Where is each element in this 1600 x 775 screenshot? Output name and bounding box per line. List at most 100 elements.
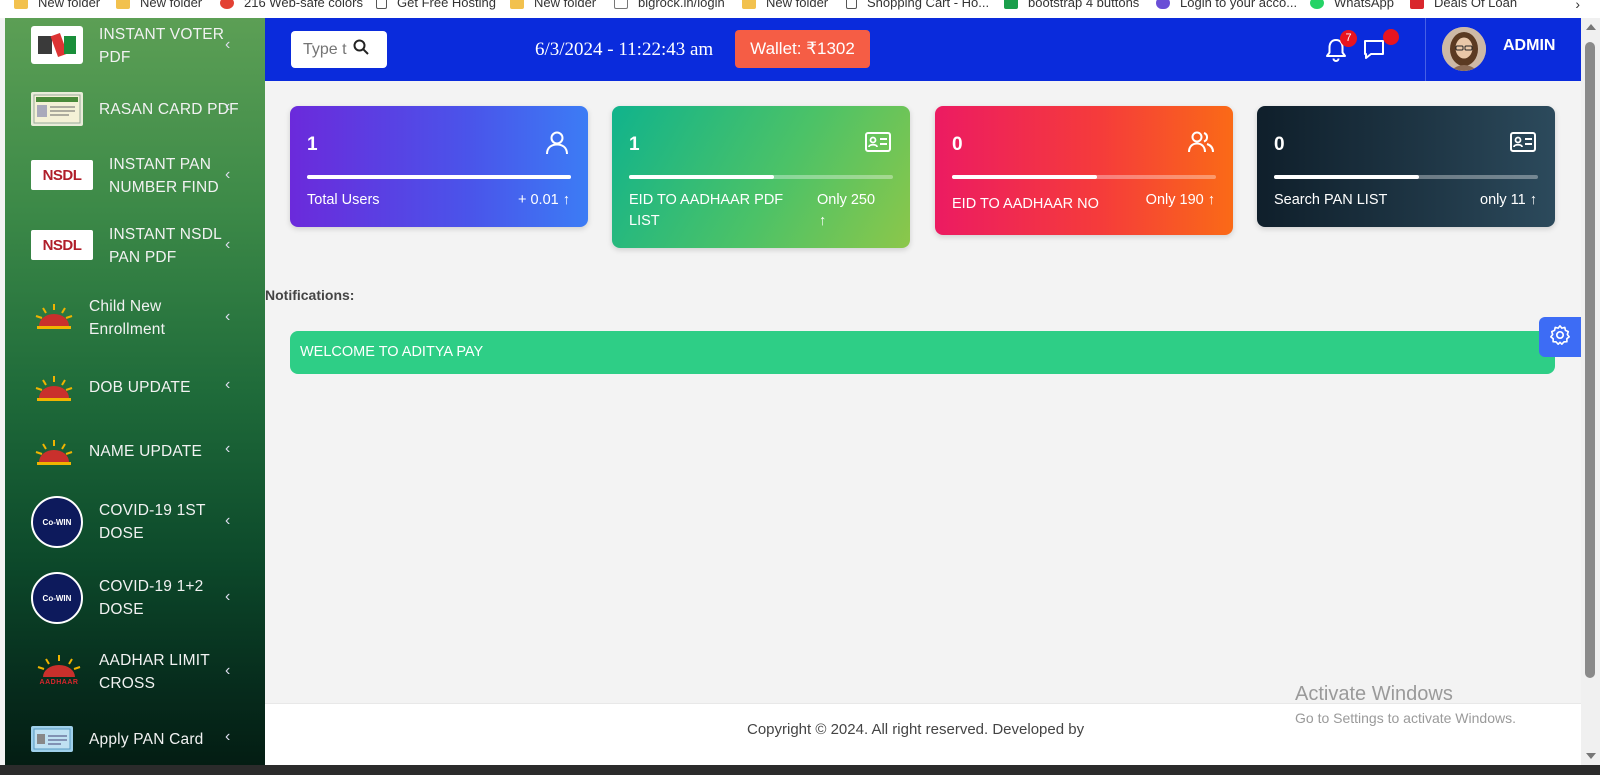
sidebar-item-instant-pan-number-find[interactable]: NSDL INSTANT PAN NUMBER FIND ‹ [5, 150, 265, 206]
nsdl-logo-icon: NSDL [31, 160, 93, 190]
page-icon [376, 0, 387, 9]
card-stat: only 11 ↑ [1480, 192, 1537, 208]
sidebar-item-instant-voter-pdf[interactable]: INSTANT VOTER PDF ‹ [5, 18, 265, 74]
stat-card-search-pan-list[interactable]: 0 Search PAN LIST only 11 ↑ [1257, 106, 1555, 227]
chevron-left-icon: ‹ [225, 728, 231, 745]
progress-track [629, 175, 893, 179]
arrow-up-icon: ↑ [1529, 192, 1537, 208]
chevron-left-icon: ‹ [225, 98, 231, 115]
bookmark[interactable]: Get Free Hosting [376, 0, 496, 12]
sidebar-item-label: RASAN CARD PDF [99, 101, 239, 118]
bookmark[interactable]: bootstrap 4 buttons [1004, 0, 1139, 12]
bookmark[interactable]: Login to your acco... [1156, 0, 1297, 12]
folder-icon [116, 0, 130, 9]
users-icon [1187, 130, 1215, 159]
bookmark[interactable]: Shopping Cart - Ho... [846, 0, 989, 12]
bookmark[interactable]: WhatsApp [1310, 0, 1394, 12]
card-stat: Only 250 ↑ [817, 192, 876, 229]
scroll-thumb[interactable] [1585, 42, 1595, 678]
chevron-right-icon[interactable]: › [1575, 0, 1580, 12]
sidebar-item-rasan-card-pdf[interactable]: RASAN CARD PDF ‹ [5, 90, 265, 130]
card-label: Search PAN LIST [1274, 192, 1388, 208]
arrow-up-icon: ↑ [1207, 192, 1215, 208]
stat-card-eid-aadhaar-no[interactable]: 0 EID TO AADHAAR NO Only 190 ↑ [935, 106, 1233, 235]
sidebar-item-name-update[interactable]: NAME UPDATE ‹ [5, 430, 265, 474]
ration-card-icon [31, 92, 83, 126]
id-card-icon [864, 130, 892, 159]
sidebar-item-label: INSTANT PAN NUMBER FIND [109, 156, 219, 196]
copyright-text: Copyright © 2024. All right reserved. De… [747, 721, 1085, 738]
header-divider [1425, 18, 1426, 81]
sidebar-item-covid-first-dose[interactable]: Co-WIN COVID-19 1ST DOSE ‹ [5, 494, 265, 550]
search-icon[interactable] [353, 39, 369, 60]
bookmark[interactable]: New folder [510, 0, 596, 12]
settings-button[interactable] [1539, 317, 1581, 357]
chat-alert-dot [1383, 29, 1399, 45]
chevron-left-icon: ‹ [225, 512, 231, 529]
card-label: EID TO AADHAAR PDF LIST [629, 192, 784, 229]
card-number: 0 [952, 134, 963, 155]
chevron-left-icon: ‹ [225, 376, 231, 393]
sidebar-item-label: INSTANT VOTER PDF [99, 26, 225, 66]
nsdl-logo-icon: NSDL [31, 230, 93, 260]
progress-fill [307, 175, 571, 179]
arrow-up-icon: ↑ [562, 192, 570, 208]
progress-fill [1274, 175, 1420, 179]
sidebar-item-covid-both-dose[interactable]: Co-WIN COVID-19 1+2 DOSE ‹ [5, 570, 265, 626]
avatar[interactable] [1442, 27, 1486, 71]
progress-fill [952, 175, 1098, 179]
sidebar: INSTANT VOTER PDF ‹ RASAN CARD PDF ‹ NSDL… [5, 18, 265, 765]
arrow-up-icon: ↑ [819, 213, 827, 229]
vertical-scrollbar[interactable] [1581, 18, 1600, 765]
pan-card-icon [31, 726, 73, 752]
sidebar-item-aadhar-limit-cross[interactable]: AADHAAR AADHAR LIMIT CROSS ‹ [5, 644, 265, 700]
stat-card-total-users[interactable]: 1 Total Users + 0.01 ↑ [290, 106, 588, 227]
progress-track [1274, 175, 1538, 179]
aadhaar-sun-icon [33, 300, 75, 332]
bookmark[interactable]: Deals Of Loan [1410, 0, 1517, 12]
card-label: EID TO AADHAAR NO [952, 196, 1099, 212]
cowin-icon: Co-WIN [31, 572, 83, 624]
sidebar-item-label: INSTANT NSDL PAN PDF [109, 226, 222, 266]
gear-icon [1549, 324, 1571, 351]
wallet-button[interactable]: Wallet: ₹1302 [735, 30, 870, 68]
bookmark[interactable]: New folder [742, 0, 828, 12]
sidebar-item-child-new-enrollment[interactable]: Child New Enrollment ‹ [5, 290, 265, 346]
sidebar-item-label: Child New Enrollment [89, 298, 166, 338]
card-label: Total Users [307, 192, 380, 208]
bookmark[interactable]: New folder [14, 0, 100, 12]
infinity-icon [1156, 0, 1170, 9]
search-input[interactable] [303, 40, 347, 59]
aadhaar-logo-icon: AADHAAR [33, 650, 85, 688]
sidebar-item-label: NAME UPDATE [89, 443, 203, 460]
taskbar-strip [0, 765, 1600, 775]
notification-banner: WELCOME TO ADITYA PAY [290, 331, 1555, 374]
sidebar-item-instant-nsdl-pan-pdf[interactable]: NSDL INSTANT NSDL PAN PDF ‹ [5, 220, 265, 276]
bookmark[interactable]: bigrock.in/login [614, 0, 725, 12]
user-name[interactable]: ADMIN [1503, 37, 1555, 55]
sidebar-item-label: Apply PAN Card [89, 731, 204, 748]
page-icon [846, 0, 857, 9]
bookmark[interactable]: New folder [116, 0, 202, 12]
card-stat: + 0.01 ↑ [518, 192, 570, 208]
progress-track [952, 175, 1216, 179]
chat-icon[interactable] [1362, 37, 1386, 66]
stat-card-eid-aadhaar-pdf[interactable]: 1 EID TO AADHAAR PDF LIST Only 250 ↑ [612, 106, 910, 248]
scroll-up-arrow-icon[interactable] [1586, 24, 1596, 30]
folder-icon [510, 0, 524, 9]
aadhaar-sun-icon [33, 436, 75, 468]
voter-icon [31, 26, 83, 64]
sidebar-item-label: DOB UPDATE [89, 379, 191, 396]
sidebar-item-label: COVID-19 1ST DOSE [99, 502, 206, 542]
chevron-left-icon: ‹ [225, 308, 231, 325]
sidebar-item-dob-update[interactable]: DOB UPDATE ‹ [5, 366, 265, 410]
sidebar-item-apply-pan-card[interactable]: Apply PAN Card ‹ [5, 718, 265, 762]
datetime-display: 6/3/2024 - 11:22:43 am [535, 39, 714, 60]
chrome-icon [220, 0, 234, 9]
search-box [291, 31, 387, 68]
id-card-icon [1509, 130, 1537, 159]
scroll-down-arrow-icon[interactable] [1586, 753, 1596, 759]
bookmark[interactable]: 216 Web-safe colors [220, 0, 363, 12]
sidebar-item-label: AADHAR LIMIT CROSS [99, 652, 210, 692]
folder-icon [14, 0, 28, 9]
